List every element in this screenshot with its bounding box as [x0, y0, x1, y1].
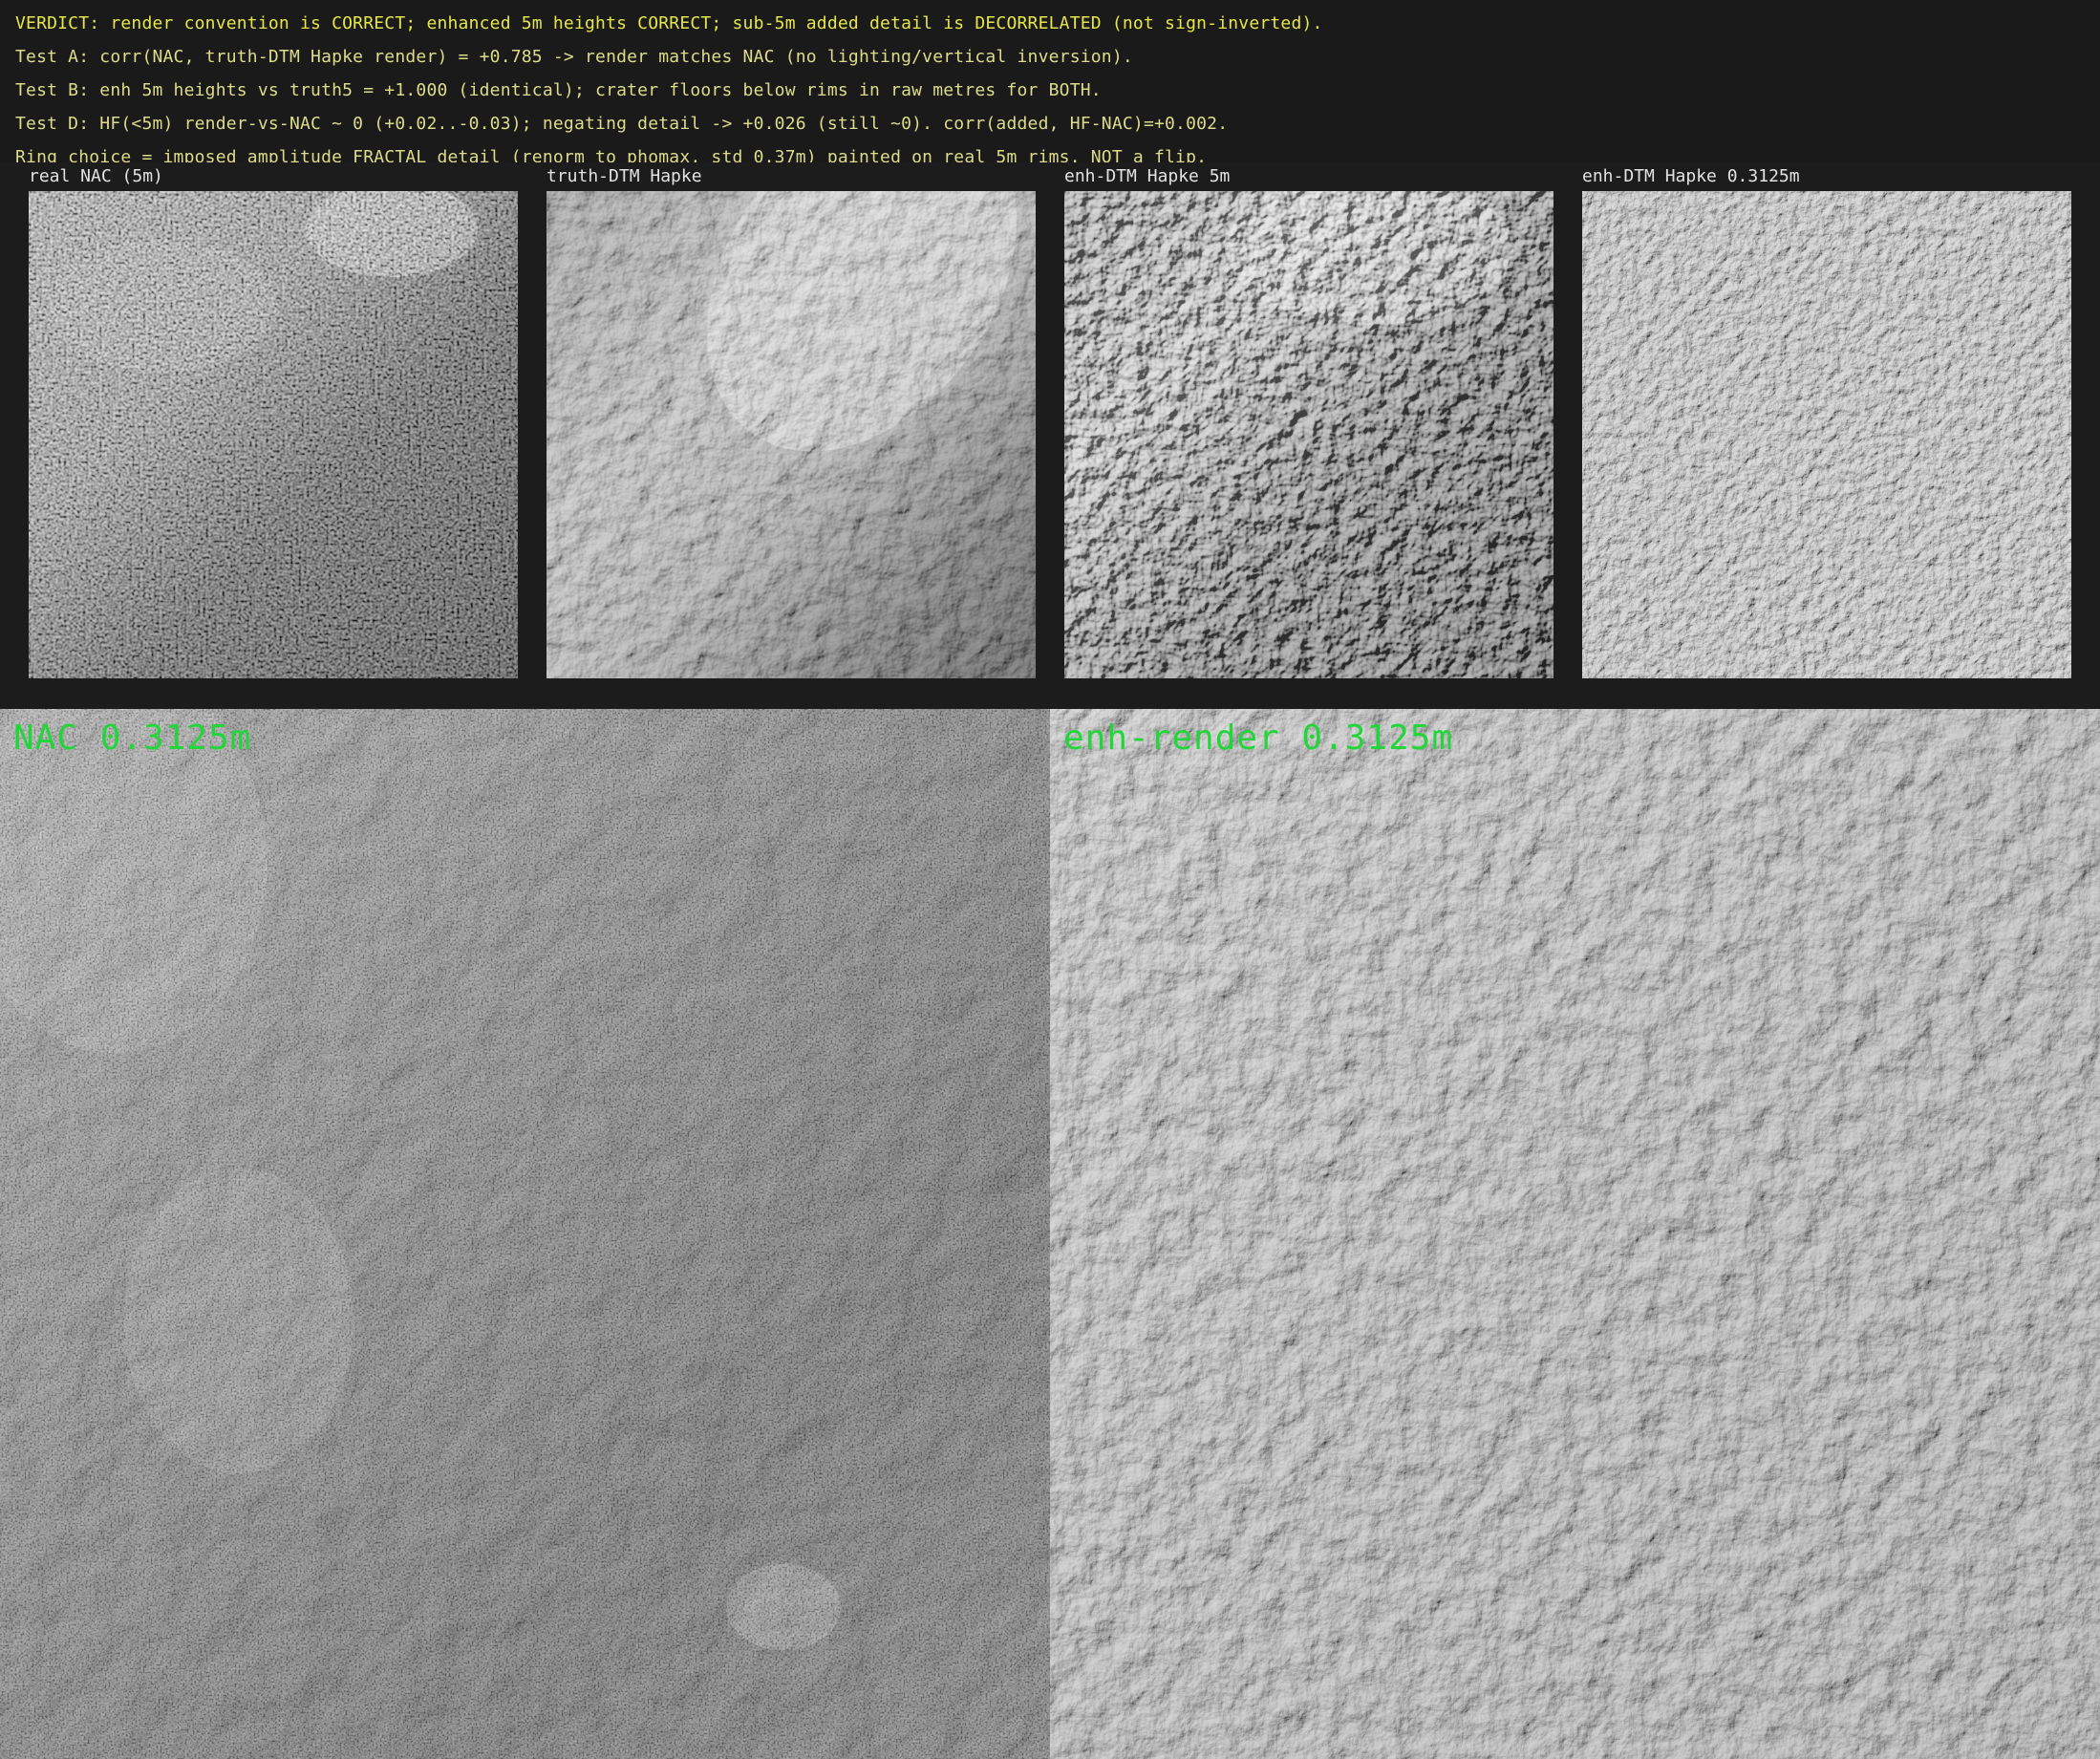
panel-strip: real NAC (5m) truth-DTM Hapke enh-DTM Ha…: [0, 162, 2100, 709]
enh-render-hires-image: enh-render 0.3125m: [1050, 709, 2100, 1759]
enh-dtm-5m-image: [1064, 191, 1554, 678]
verdict-line: VERDICT: render convention is CORRECT; e…: [15, 13, 1323, 33]
panel-title: real NAC (5m): [29, 166, 163, 186]
truth-dtm-image: [546, 191, 1036, 678]
panel-title: enh-DTM Hapke 5m: [1064, 166, 1231, 186]
panel-truth-dtm: truth-DTM Hapke: [546, 162, 1036, 680]
enh-render-hires-label: enh-render 0.3125m: [1063, 719, 1454, 758]
test-b-line: Test B: enh 5m heights vs truth5 = +1.00…: [15, 80, 1102, 100]
panel-real-nac: real NAC (5m): [29, 162, 518, 680]
enh-dtm-03125m-image: [1582, 191, 2071, 678]
panel-enh-dtm-03125m: enh-DTM Hapke 0.3125m: [1582, 162, 2071, 680]
panel-title: truth-DTM Hapke: [546, 166, 702, 186]
verdict-header: VERDICT: render convention is CORRECT; e…: [0, 0, 2100, 162]
real-nac-image: [29, 191, 518, 678]
ring-choice-line: Ring_choice = imposed amplitude FRACTAL …: [15, 147, 1208, 162]
panel-title: enh-DTM Hapke 0.3125m: [1582, 166, 1800, 186]
test-d-line: Test D: HF(<5m) render-vs-NAC ~ 0 (+0.02…: [15, 114, 1229, 134]
panel-enh-dtm-5m: enh-DTM Hapke 5m: [1064, 162, 1554, 680]
test-a-line: Test A: corr(NAC, truth-DTM Hapke render…: [15, 47, 1133, 67]
nac-hires-image: NAC 0.3125m: [0, 709, 1050, 1759]
nac-hires-label: NAC 0.3125m: [13, 719, 252, 758]
